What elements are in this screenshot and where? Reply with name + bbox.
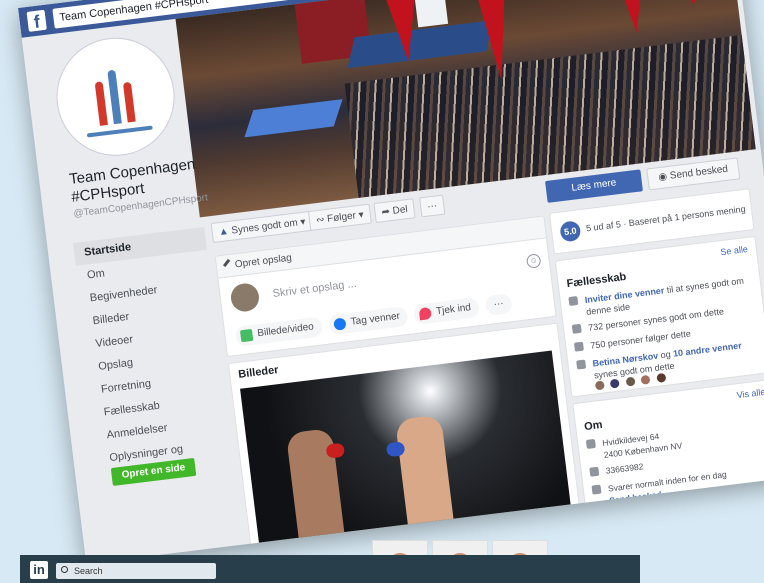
share-button[interactable]: ➦ Del bbox=[373, 198, 416, 223]
glove-graphic bbox=[325, 442, 346, 459]
search-icon bbox=[61, 566, 68, 573]
more-actions-button[interactable]: ··· bbox=[419, 194, 446, 218]
avatar[interactable] bbox=[610, 378, 621, 389]
composer-title: Opret opslag bbox=[234, 252, 293, 271]
composer-more-button[interactable]: ··· bbox=[484, 293, 513, 317]
rss-icon: ∾ bbox=[315, 214, 326, 227]
rating-text[interactable]: 5 ud af 5 · Baseret på 1 persons mening bbox=[585, 204, 746, 233]
thumbs-up-icon bbox=[571, 323, 582, 334]
linkedin-logo-icon[interactable]: in bbox=[30, 561, 48, 579]
emoji-icon[interactable]: ☺ bbox=[525, 253, 542, 269]
photos-card: Billeder bbox=[227, 322, 581, 558]
screenshot-scene: f Team Copenhagen #CPHsport Team Copenha… bbox=[0, 0, 764, 583]
learn-more-button[interactable]: Læs mere bbox=[545, 169, 643, 203]
photo-video-label: Billede/video bbox=[256, 321, 315, 340]
avatar[interactable] bbox=[656, 372, 667, 383]
location-pin-icon bbox=[585, 438, 596, 449]
messenger-icon: ◉ bbox=[657, 171, 668, 184]
category-row: Organisation bbox=[597, 508, 764, 543]
linkedin-search-input[interactable]: Search bbox=[56, 563, 216, 579]
about-card: Vis alle Om Hvidkildevej 64 2400 Københa… bbox=[572, 378, 764, 564]
friends-icon bbox=[576, 359, 587, 370]
pencil-icon bbox=[222, 258, 231, 268]
avatar[interactable] bbox=[625, 376, 636, 387]
table-graphic bbox=[244, 99, 343, 138]
pennant-graphic bbox=[612, 0, 653, 35]
category-icon bbox=[597, 530, 608, 541]
linkedin-topbar: in Search bbox=[20, 555, 640, 583]
avatar[interactable] bbox=[640, 374, 651, 385]
location-pin-icon bbox=[418, 306, 432, 321]
facebook-logo-icon[interactable]: f bbox=[26, 9, 47, 32]
category-link[interactable]: Organisation bbox=[613, 524, 662, 540]
boxing-photo[interactable] bbox=[240, 350, 573, 558]
community-title: Fællesskab bbox=[566, 270, 627, 291]
tag-friends-button[interactable]: Tag venner bbox=[327, 305, 410, 336]
thumbs-up-icon: ▲ bbox=[218, 226, 230, 239]
invite-icon bbox=[568, 295, 579, 307]
rating-badge: 5.0 bbox=[559, 220, 582, 243]
figure-icon bbox=[122, 81, 136, 123]
check-in-button[interactable]: Tjek ind bbox=[413, 297, 481, 325]
tag-friends-icon bbox=[333, 317, 347, 331]
facebook-window: f Team Copenhagen #CPHsport Team Copenha… bbox=[18, 0, 764, 564]
follow-button[interactable]: ∾ Følger ▾ bbox=[307, 203, 372, 232]
about-see-all-link[interactable]: Vis alle bbox=[736, 387, 764, 400]
phone-icon bbox=[589, 466, 600, 477]
check-in-label: Tjek ind bbox=[435, 302, 472, 318]
globe-icon bbox=[594, 512, 605, 523]
figure-icon bbox=[107, 69, 122, 125]
share-label: Del bbox=[392, 204, 409, 217]
linkedin-search-placeholder: Search bbox=[74, 566, 103, 576]
messenger-icon bbox=[591, 484, 602, 495]
rss-icon bbox=[573, 341, 584, 352]
website-link[interactable]: www.teamcopenhagen.dk bbox=[611, 500, 709, 522]
phone-number[interactable]: 33663982 bbox=[605, 461, 644, 476]
like-label: Synes godt om bbox=[230, 217, 299, 237]
send-message-label: Send besked bbox=[669, 163, 729, 182]
community-see-all-link[interactable]: Se alle bbox=[720, 244, 749, 257]
send-message-button[interactable]: ◉ Send besked bbox=[646, 157, 741, 191]
friends-mid: og bbox=[660, 349, 672, 361]
about-title: Om bbox=[583, 418, 604, 434]
tag-friends-label: Tag venner bbox=[350, 310, 401, 328]
page-nav: Startside Om Begivenheder Billeder Video… bbox=[73, 226, 232, 487]
avatar[interactable] bbox=[594, 380, 605, 391]
share-icon: ➦ bbox=[380, 206, 391, 219]
like-button[interactable]: ▲ Synes godt om ▾ bbox=[210, 210, 314, 243]
wave-icon bbox=[86, 125, 153, 138]
boxer-figure bbox=[395, 414, 455, 530]
community-card: Se alle Fællesskab Inviter dine venner t… bbox=[554, 235, 764, 398]
figure-icon bbox=[94, 81, 108, 126]
photo-icon bbox=[239, 328, 254, 343]
pennant-graphic bbox=[671, 0, 710, 8]
avatar[interactable] bbox=[229, 281, 261, 314]
follow-label: Følger bbox=[326, 210, 357, 225]
other-friends-link[interactable]: 10 andre venner bbox=[672, 340, 742, 358]
page-avatar[interactable] bbox=[50, 32, 181, 162]
post-input[interactable]: Skriv et opslag ... bbox=[272, 278, 357, 300]
photo-video-button[interactable]: Billede/video bbox=[234, 316, 323, 347]
photos-title: Billeder bbox=[237, 364, 280, 381]
